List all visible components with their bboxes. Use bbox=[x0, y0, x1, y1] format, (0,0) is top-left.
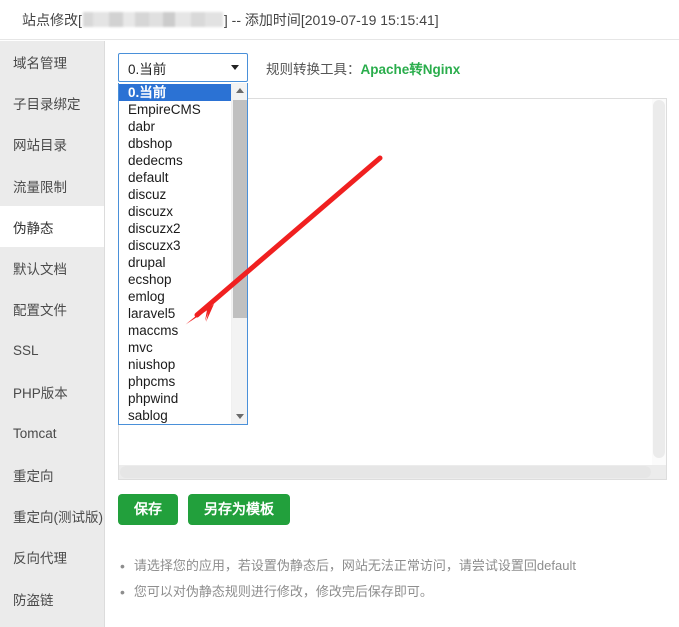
redacted-site-name bbox=[82, 12, 223, 27]
help-item-0: • 请选择您的应用，若设置伪静态后，网站无法正常访问，请尝试设置回default bbox=[120, 553, 660, 579]
help-item-1: • 您可以对伪静态规则进行修改，修改完后保存即可。 bbox=[120, 579, 660, 605]
editor-horizontal-scrollbar-thumb[interactable] bbox=[120, 466, 651, 478]
sidebar-item-label: Tomcat bbox=[13, 425, 57, 441]
action-buttons: 保存 另存为模板 bbox=[118, 494, 290, 525]
dropdown-option-6[interactable]: discuz bbox=[119, 186, 231, 203]
sidebar-item-14[interactable]: 响应日志 bbox=[0, 619, 104, 627]
app-root: 站点修改[ ] -- 添加时间[2019-07-19 15:15:41] 域名管… bbox=[0, 0, 679, 627]
sidebar-item-2[interactable]: 网站目录 bbox=[0, 124, 104, 165]
dropdown-option-17[interactable]: phpcms bbox=[119, 373, 231, 390]
sidebar-item-3[interactable]: 流量限制 bbox=[0, 165, 104, 206]
dropdown-option-4[interactable]: dedecms bbox=[119, 152, 231, 169]
dropdown-option-13[interactable]: laravel5 bbox=[119, 305, 231, 322]
save-button[interactable]: 保存 bbox=[118, 494, 178, 525]
sidebar-item-13[interactable]: 防盗链 bbox=[0, 578, 104, 619]
dropdown-option-7[interactable]: discuzx bbox=[119, 203, 231, 220]
dropdown-option-9[interactable]: discuzx3 bbox=[119, 237, 231, 254]
editor-horizontal-scrollbar[interactable] bbox=[119, 465, 666, 479]
dropdown-option-18[interactable]: phpwind bbox=[119, 390, 231, 407]
sidebar-item-label: 配置文件 bbox=[13, 303, 67, 319]
sidebar-item-label: 重定向(测试版) bbox=[13, 509, 103, 525]
sidebar: 域名管理子目录绑定网站目录流量限制伪静态默认文档配置文件 SSL PHP版本 Tomc… bbox=[0, 41, 105, 627]
rewrite-preset-select-wrap: 0.当前 0.当前 EmpireCMS dabr dbshop dedecms defau… bbox=[118, 53, 248, 425]
dropdown-option-10[interactable]: drupal bbox=[119, 254, 231, 271]
scroll-down-icon[interactable] bbox=[232, 409, 247, 424]
save-as-template-button[interactable]: 另存为模板 bbox=[188, 494, 290, 525]
sidebar-item-11[interactable]: 重定向(测试版) bbox=[0, 495, 104, 536]
rewrite-preset-option-list: 0.当前 EmpireCMS dabr dbshop dedecms default dis… bbox=[119, 83, 231, 424]
sidebar-item-8[interactable]: PHP版本 bbox=[0, 371, 104, 412]
sidebar-item-label: 流量限制 bbox=[13, 179, 67, 195]
bullet-icon: • bbox=[120, 558, 125, 574]
sidebar-item-label: 默认文档 bbox=[13, 262, 67, 278]
sidebar-item-7[interactable]: SSL bbox=[0, 330, 104, 371]
sidebar-item-label: PHP版本 bbox=[13, 386, 68, 402]
page-header: 站点修改[ ] -- 添加时间[2019-07-19 15:15:41] bbox=[0, 0, 679, 40]
help-notes: • 请选择您的应用，若设置伪静态后，网站无法正常访问，请尝试设置回default •… bbox=[120, 553, 660, 605]
sidebar-item-label: 域名管理 bbox=[13, 55, 67, 71]
dropdown-option-12[interactable]: emlog bbox=[119, 288, 231, 305]
main-panel: 0.当前 0.当前 EmpireCMS dabr dbshop dedecms defau… bbox=[106, 41, 679, 627]
sidebar-item-label: 重定向 bbox=[13, 468, 54, 484]
sidebar-item-6[interactable]: 配置文件 bbox=[0, 289, 104, 330]
sidebar-item-label: 伪静态 bbox=[13, 220, 54, 236]
sidebar-item-12[interactable]: 反向代理 bbox=[0, 537, 104, 578]
sidebar-item-10[interactable]: 重定向 bbox=[0, 454, 104, 495]
apache-to-nginx-link[interactable]: Apache转Nginx bbox=[361, 58, 461, 78]
page-title: 站点修改[ ] -- 添加时间[2019-07-19 15:15:41] bbox=[22, 10, 439, 30]
page-title-suffix: ] -- 添加时间[2019-07-19 15:15:41] bbox=[223, 11, 439, 28]
dropdown-option-0[interactable]: 0.当前 bbox=[119, 84, 231, 101]
dropdown-scrollbar[interactable] bbox=[231, 83, 247, 424]
dropdown-option-5[interactable]: default bbox=[119, 169, 231, 186]
rewrite-preset-select[interactable]: 0.当前 bbox=[118, 53, 248, 82]
sidebar-item-1[interactable]: 子目录绑定 bbox=[0, 82, 104, 123]
bullet-icon: • bbox=[120, 584, 125, 600]
dropdown-option-19[interactable]: sablog bbox=[119, 407, 231, 424]
triangle-up-icon bbox=[236, 88, 244, 93]
dropdown-option-1[interactable]: EmpireCMS bbox=[119, 101, 231, 118]
page-title-prefix: 站点修改[ bbox=[22, 11, 82, 28]
toolbar: 0.当前 0.当前 EmpireCMS dabr dbshop dedecms defau… bbox=[118, 53, 461, 425]
rewrite-preset-dropdown[interactable]: 0.当前 EmpireCMS dabr dbshop dedecms default dis… bbox=[118, 83, 248, 425]
sidebar-item-label: 防盗链 bbox=[13, 592, 54, 608]
dropdown-scrollbar-thumb[interactable] bbox=[233, 100, 247, 318]
dropdown-option-2[interactable]: dabr bbox=[119, 118, 231, 135]
sidebar-item-label: 网站目录 bbox=[13, 138, 67, 154]
sidebar-item-4[interactable]: 伪静态 bbox=[0, 206, 104, 248]
dropdown-option-16[interactable]: niushop bbox=[119, 356, 231, 373]
chevron-down-icon bbox=[231, 65, 239, 70]
help-item-text: 您可以对伪静态规则进行修改，修改完后保存即可。 bbox=[133, 584, 433, 599]
sidebar-item-label: SSL bbox=[13, 343, 39, 359]
sidebar-item-label: 子目录绑定 bbox=[13, 96, 81, 112]
rewrite-preset-select-value: 0.当前 bbox=[128, 61, 167, 77]
dropdown-option-14[interactable]: maccms bbox=[119, 322, 231, 339]
sidebar-item-5[interactable]: 默认文档 bbox=[0, 247, 104, 288]
help-item-text: 请选择您的应用，若设置伪静态后，网站无法正常访问，请尝试设置回default bbox=[133, 558, 576, 573]
scroll-up-icon[interactable] bbox=[232, 83, 247, 98]
sidebar-item-9[interactable]: Tomcat bbox=[0, 413, 104, 454]
sidebar-item-label: 反向代理 bbox=[13, 551, 67, 567]
dropdown-option-3[interactable]: dbshop bbox=[119, 135, 231, 152]
sidebar-item-0[interactable]: 域名管理 bbox=[0, 41, 104, 82]
editor-vertical-scrollbar-thumb[interactable] bbox=[653, 100, 665, 458]
convert-tool-label: 规则转换工具： bbox=[266, 61, 361, 77]
dropdown-option-11[interactable]: ecshop bbox=[119, 271, 231, 288]
triangle-down-icon bbox=[236, 414, 244, 419]
dropdown-option-15[interactable]: mvc bbox=[119, 339, 231, 356]
dropdown-option-8[interactable]: discuzx2 bbox=[119, 220, 231, 237]
editor-vertical-scrollbar[interactable] bbox=[652, 99, 666, 466]
